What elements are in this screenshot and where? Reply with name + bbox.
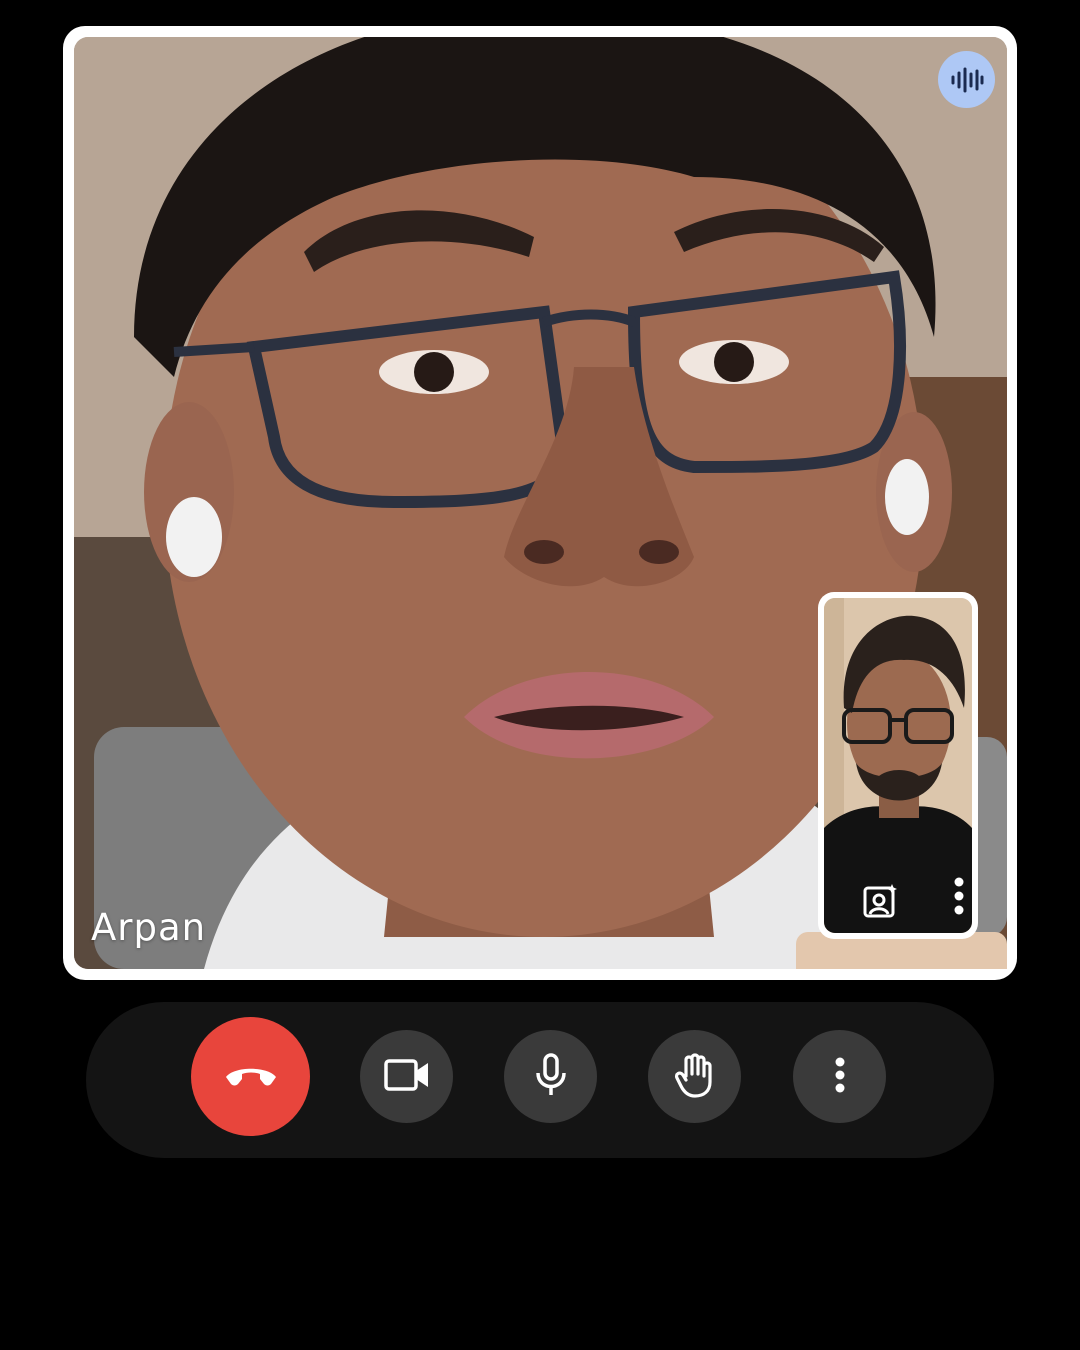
participant-name-label: Arpan: [91, 906, 207, 949]
microphone-icon: [534, 1052, 568, 1101]
more-vertical-icon[interactable]: [944, 874, 974, 918]
camera-toggle-button[interactable]: [360, 1030, 453, 1123]
hand-icon: [674, 1052, 716, 1102]
microphone-toggle-button[interactable]: [504, 1030, 597, 1123]
more-vertical-icon: [835, 1057, 845, 1097]
raise-hand-button[interactable]: [648, 1030, 741, 1123]
more-options-button[interactable]: [793, 1030, 886, 1123]
end-call-button[interactable]: [191, 1017, 310, 1136]
phone-hangup-icon: [224, 1063, 278, 1091]
video-camera-icon: [383, 1058, 430, 1096]
audio-waveform-icon: [938, 51, 995, 108]
portrait-sparkle-icon[interactable]: [858, 879, 902, 923]
